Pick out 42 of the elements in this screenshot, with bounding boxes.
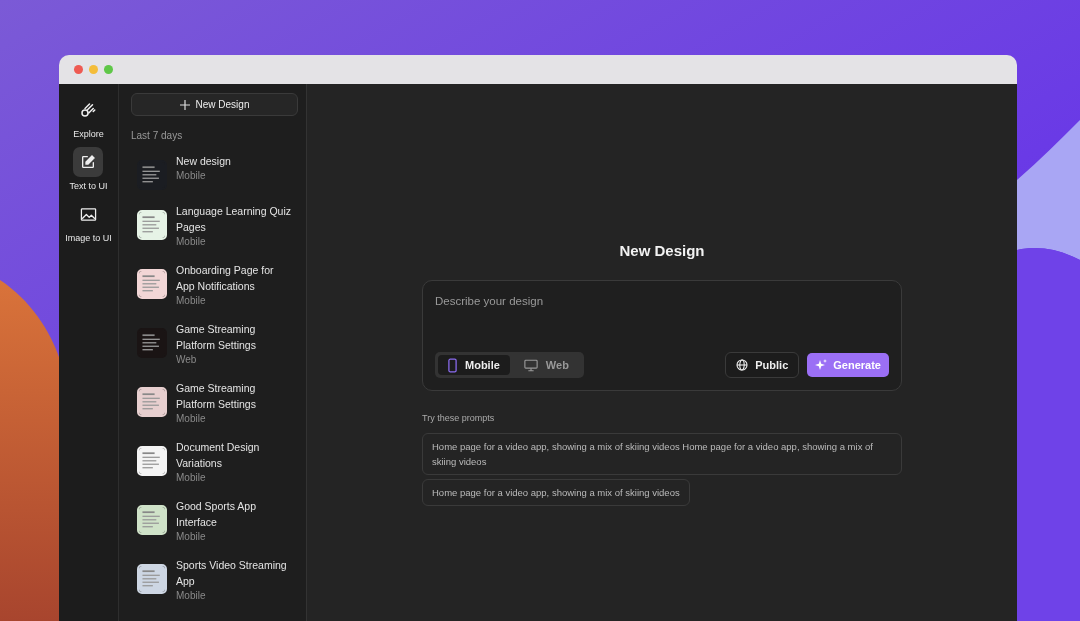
platform-label: Mobile xyxy=(176,412,207,426)
section-heading: Last 7 days xyxy=(131,130,184,141)
edit-icon xyxy=(80,154,97,170)
design-title[interactable]: Good Sports App Interface xyxy=(176,498,292,530)
generate-button[interactable]: Generate xyxy=(807,353,889,377)
platform-label: Mobile xyxy=(176,471,207,485)
platform-label: Mobile xyxy=(176,294,207,308)
platform-label: Mobile xyxy=(176,235,207,249)
rail-label[interactable]: Explore xyxy=(73,129,104,139)
rail-label[interactable]: Text to UI xyxy=(69,181,108,191)
rail-label[interactable]: Image to UI xyxy=(65,233,112,243)
platform-label: Web xyxy=(176,353,198,367)
design-title[interactable]: Game Streaming Platform Settings xyxy=(176,321,292,353)
design-title[interactable]: Onboarding Page for App Notifications xyxy=(176,262,292,294)
new-design-button[interactable]: New Design xyxy=(131,93,298,116)
monitor-icon xyxy=(523,358,538,372)
design-thumbnail[interactable] xyxy=(137,328,167,358)
comet-icon xyxy=(79,101,98,119)
phone-icon xyxy=(448,357,457,373)
design-thumbnail[interactable] xyxy=(137,160,167,190)
prompt-suggestion[interactable]: Home page for a video app, showing a mix of skiing videos Home page for a video app, showing a mix of skiing videos xyxy=(422,433,902,475)
page-title: New Design xyxy=(619,242,705,259)
section-heading: Try these prompts xyxy=(422,413,496,423)
prompt-field[interactable]: Describe your design xyxy=(435,295,835,307)
prompt-suggestion[interactable]: Home page for a video app, showing a mix of skiing videos xyxy=(422,479,690,506)
design-title[interactable]: Game Streaming Platform Settings xyxy=(176,380,292,412)
platform-label: Mobile xyxy=(176,169,207,183)
design-title[interactable]: Document Design Variations xyxy=(176,439,292,471)
design-title[interactable]: New design xyxy=(176,153,292,169)
platform-label: Mobile xyxy=(176,589,207,603)
globe-icon xyxy=(736,359,749,371)
sparkle-icon xyxy=(815,359,828,371)
design-title[interactable]: Sports Video Streaming App xyxy=(176,557,292,589)
platform-tab[interactable]: Web xyxy=(513,355,579,375)
platform-label: Mobile xyxy=(176,530,207,544)
close-icon[interactable] xyxy=(74,65,83,74)
platform-tab[interactable]: Mobile xyxy=(438,355,510,375)
rail-button[interactable] xyxy=(73,147,104,177)
design-title[interactable]: Language Learning Quiz Pages xyxy=(176,203,292,235)
public-button[interactable]: Public xyxy=(725,352,800,378)
image-icon xyxy=(80,206,97,222)
plus-icon xyxy=(179,99,190,110)
